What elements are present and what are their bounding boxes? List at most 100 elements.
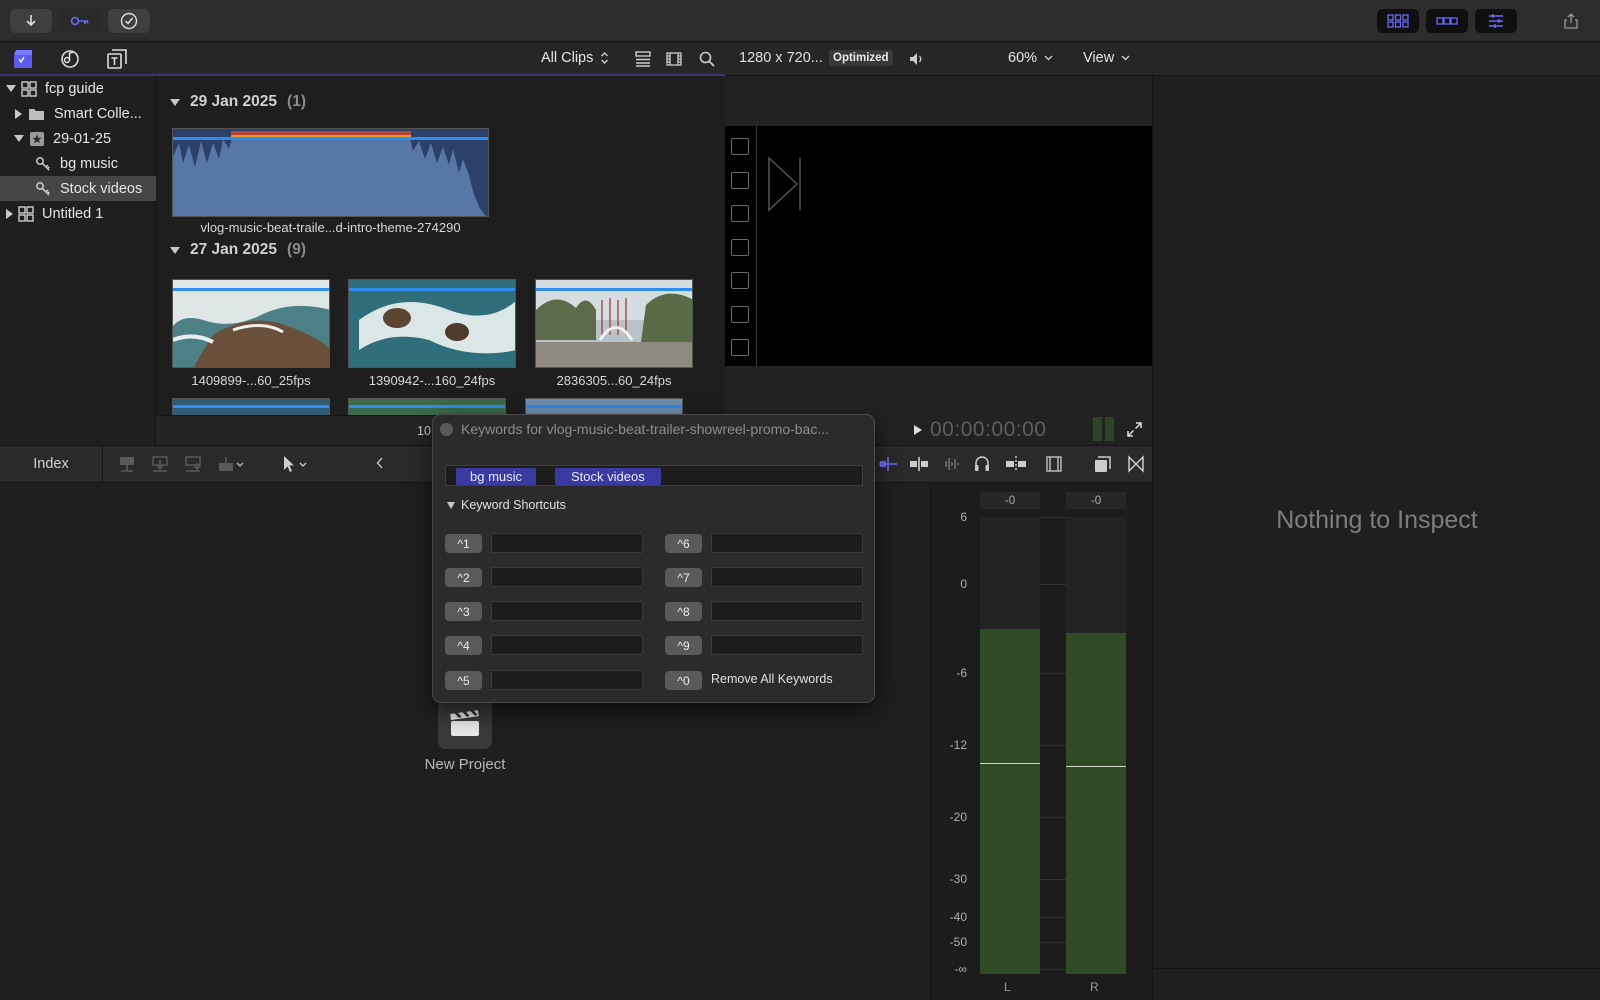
clip-filter-dropdown[interactable]: All Clips	[541, 50, 609, 66]
clip-filter-label: All Clips	[541, 50, 594, 66]
date-group-header[interactable]: 29 Jan 2025 (1)	[170, 93, 306, 111]
sidebar-item-event[interactable]: 29-01-25	[0, 126, 156, 151]
search-icon[interactable]	[699, 51, 715, 67]
chevron-left-icon[interactable]	[376, 457, 384, 469]
keyword-tag[interactable]: Stock videos	[555, 468, 661, 485]
overwrite-clip-icon[interactable]	[217, 455, 245, 473]
connect-clip-icon[interactable]	[118, 455, 136, 473]
close-button[interactable]	[440, 423, 453, 436]
new-project-button[interactable]	[438, 699, 492, 749]
keyword-button[interactable]	[59, 9, 101, 33]
disclosure-triangle[interactable]	[170, 246, 180, 254]
remove-all-keywords-button[interactable]: Remove All Keywords	[711, 672, 833, 686]
shortcut-keyword-field[interactable]	[491, 635, 643, 655]
browser-layout-button[interactable]	[1377, 9, 1419, 33]
transitions-browser-icon[interactable]	[1127, 455, 1145, 473]
libraries-icon[interactable]	[13, 49, 33, 69]
frame-checkbox[interactable]	[731, 205, 749, 222]
shortcut-keyword-field[interactable]	[491, 533, 643, 553]
shortcut-key: ^8	[665, 602, 702, 621]
trim-icon[interactable]	[1005, 455, 1027, 473]
inspector-layout-button[interactable]	[1475, 9, 1517, 33]
shortcut-keyword-field[interactable]	[491, 670, 643, 690]
video-clip-thumbnail[interactable]	[172, 279, 330, 368]
audio-clip-thumbnail[interactable]	[172, 128, 489, 217]
play-icon[interactable]	[913, 424, 923, 436]
frame-checkbox[interactable]	[731, 339, 749, 356]
frame-checkbox[interactable]	[731, 306, 749, 323]
meter-fill-right	[1066, 632, 1126, 974]
fullscreen-icon[interactable]	[1127, 422, 1142, 437]
volume-icon[interactable]	[909, 52, 925, 66]
sidebar-item-smart-collections[interactable]: Smart Colle...	[0, 101, 156, 126]
frame-checkbox[interactable]	[731, 239, 749, 256]
meter-scale-label: -∞	[954, 962, 967, 976]
share-button[interactable]	[1553, 9, 1589, 33]
zoom-label: 60%	[1008, 50, 1038, 66]
keyword-tag[interactable]: bg music	[456, 468, 537, 485]
disclosure-triangle[interactable]	[170, 98, 180, 106]
frame-checkbox[interactable]	[731, 138, 749, 155]
insert-clip-icon[interactable]	[151, 455, 169, 473]
shortcut-keyword-field[interactable]	[711, 635, 863, 655]
clip-appearance-icon[interactable]	[1046, 455, 1062, 473]
effects-browser-icon[interactable]	[1094, 455, 1112, 473]
video-clip-thumbnail[interactable]	[172, 398, 330, 415]
disclosure-triangle[interactable]	[15, 108, 22, 119]
snapping-icon[interactable]	[909, 456, 929, 472]
sidebar-item-fcp-guide[interactable]: fcp guide	[0, 76, 156, 101]
photos-audio-icon[interactable]	[59, 48, 81, 70]
solo-icon[interactable]	[973, 455, 991, 473]
inspector: Nothing to Inspect	[1152, 76, 1600, 968]
keyword-editor-popover: Keywords for vlog-music-beat-trailer-sho…	[432, 414, 875, 703]
sidebar-item-untitled-1[interactable]: Untitled 1	[0, 201, 156, 226]
disclosure-triangle[interactable]	[6, 85, 16, 92]
viewer-canvas[interactable]	[725, 126, 1152, 366]
skimming-icon[interactable]	[878, 456, 898, 472]
shortcut-keyword-field[interactable]	[491, 567, 643, 587]
sidebar-item-label: bg music	[60, 155, 119, 172]
library-icon	[21, 80, 37, 97]
frame-checkbox[interactable]	[731, 272, 749, 289]
meter-fill-left	[980, 628, 1040, 974]
index-button[interactable]: Index	[0, 446, 103, 482]
divider	[756, 126, 757, 366]
append-clip-icon[interactable]	[184, 455, 202, 473]
video-clip-thumbnail[interactable]	[348, 398, 506, 415]
import-button[interactable]	[10, 9, 52, 33]
timeline-layout-button[interactable]	[1426, 9, 1468, 33]
titles-generators-icon[interactable]	[106, 48, 128, 70]
library-icon	[18, 205, 34, 222]
filmstrip-icon[interactable]	[666, 51, 682, 67]
disclosure-triangle[interactable]	[6, 208, 13, 219]
video-clip-thumbnail[interactable]	[348, 279, 516, 368]
keyword-shortcuts-header[interactable]: Keyword Shortcuts	[447, 498, 566, 512]
date-group-header[interactable]: 27 Jan 2025 (9)	[170, 241, 306, 259]
clip-range-bar	[536, 288, 692, 291]
list-view-icon[interactable]	[635, 51, 651, 67]
keyword-field[interactable]: bg music Stock videos	[445, 465, 863, 486]
frame-checkbox[interactable]	[731, 172, 749, 189]
shortcut-keyword-field[interactable]	[491, 601, 643, 621]
sidebar-item-stock-videos[interactable]: Stock videos	[0, 176, 156, 201]
view-label: View	[1083, 50, 1115, 66]
video-clip-thumbnail[interactable]	[525, 398, 683, 415]
shortcut-keyword-field[interactable]	[711, 601, 863, 621]
inspector-empty-text: Nothing to Inspect	[1276, 506, 1478, 534]
timecode-display[interactable]: 00:00:00:00	[930, 418, 1046, 442]
video-clip-thumbnail[interactable]	[535, 279, 693, 368]
audio-skimming-icon[interactable]	[941, 456, 961, 472]
meter-hold-left	[980, 763, 1040, 764]
fountain-image	[536, 280, 692, 367]
select-tool-icon[interactable]	[281, 455, 309, 473]
sidebar-item-bg-music[interactable]: bg music	[0, 151, 156, 176]
view-dropdown[interactable]: View	[1083, 50, 1130, 66]
shortcut-keyword-field[interactable]	[711, 567, 863, 587]
disclosure-triangle[interactable]	[14, 135, 24, 142]
shortcut-key: ^2	[445, 568, 482, 587]
zoom-dropdown[interactable]: 60%	[1008, 50, 1053, 66]
shortcut-keyword-field[interactable]	[711, 533, 863, 553]
meter-scale-label: -30	[949, 872, 967, 886]
background-tasks-button[interactable]	[108, 9, 150, 33]
disclosure-triangle[interactable]	[447, 501, 455, 509]
